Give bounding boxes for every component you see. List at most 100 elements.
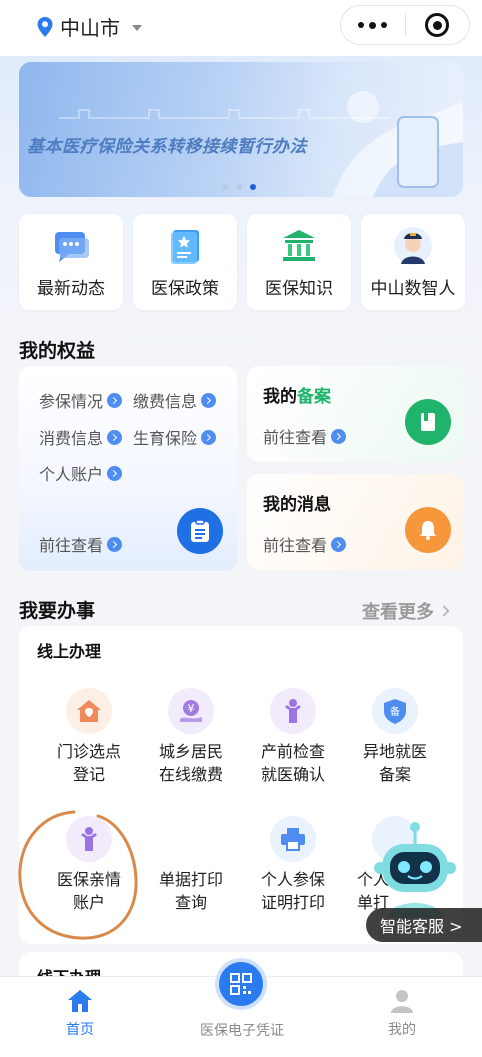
clinic-house-icon bbox=[66, 688, 112, 734]
medical-insurance-voucher-button[interactable] bbox=[215, 958, 267, 1010]
services-section-title: 我要办事 bbox=[19, 600, 96, 622]
quick-entry-knowledge[interactable]: 医保知识 bbox=[247, 214, 351, 310]
tab-label: 首页 bbox=[66, 1022, 94, 1038]
banner-hand-illustration bbox=[333, 91, 463, 197]
service-clinic-registration[interactable]: 门诊选点 登记 bbox=[37, 688, 141, 786]
messages-card[interactable]: 我的消息 前往查看 bbox=[247, 474, 463, 570]
arrow-right-icon bbox=[201, 429, 217, 445]
book-icon bbox=[405, 399, 451, 445]
svg-text:¥: ¥ bbox=[188, 702, 195, 715]
messages-title: 我的消息 bbox=[263, 495, 331, 515]
knowledge-building-icon bbox=[283, 230, 315, 261]
location-pin-icon bbox=[37, 16, 53, 37]
record-title-prefix: 我的 bbox=[263, 387, 297, 407]
smart-customer-service-button[interactable]: 智能客服 > bbox=[366, 908, 482, 942]
banner-title: 基本医疗保险关系转移接续暂行办法 bbox=[27, 137, 307, 157]
messages-go-link[interactable]: 前往查看 bbox=[263, 532, 347, 556]
quick-entry-label: 医保知识 bbox=[265, 279, 333, 299]
voucher-tab-label: 医保电子凭证 bbox=[200, 1023, 284, 1039]
record-go-link[interactable]: 前往查看 bbox=[263, 424, 347, 448]
go-label: 前往查看 bbox=[263, 428, 328, 447]
rights-item[interactable]: 个人账户 bbox=[39, 461, 123, 485]
arrow-right-icon bbox=[107, 392, 123, 408]
record-card[interactable]: 我的备案 前往查看 bbox=[247, 366, 463, 462]
mini-program-capsule bbox=[340, 5, 470, 45]
rights-item-label: 消费信息 bbox=[39, 429, 104, 448]
tab-mine[interactable]: 我的 bbox=[342, 987, 462, 1039]
go-label: 前往查看 bbox=[39, 536, 104, 555]
tab-label: 我的 bbox=[388, 1022, 416, 1038]
city-name: 中山市 bbox=[60, 16, 120, 40]
service-label: 城乡居民 在线缴费 bbox=[158, 742, 223, 784]
qr-code-icon bbox=[230, 973, 252, 995]
payment-yuan-icon: ¥ bbox=[168, 688, 214, 734]
customer-service-label: 智能客服 > bbox=[380, 917, 463, 936]
banner-dot-active bbox=[250, 184, 256, 190]
policy-book-icon bbox=[171, 230, 199, 264]
arrow-right-icon bbox=[107, 536, 123, 552]
service-resident-payment[interactable]: ¥ 城乡居民 在线缴费 bbox=[139, 688, 243, 786]
go-label: 前往查看 bbox=[263, 536, 328, 555]
svg-text:备: 备 bbox=[390, 705, 400, 718]
printer-icon bbox=[270, 816, 316, 862]
service-label: 门诊选点 登记 bbox=[56, 742, 121, 784]
service-remote-medical-record[interactable]: 备 异地就医 备案 bbox=[343, 688, 447, 786]
rights-section-title: 我的权益 bbox=[19, 340, 96, 362]
online-services-title: 线上办理 bbox=[37, 642, 102, 661]
banner-carousel[interactable]: 基本医疗保险关系转移接续暂行办法 bbox=[19, 62, 463, 197]
rights-item-label: 参保情况 bbox=[39, 392, 104, 411]
pregnancy-person-icon bbox=[270, 688, 316, 734]
arrow-right-icon bbox=[107, 465, 123, 481]
service-family-account[interactable]: 医保亲情 账户 bbox=[37, 816, 141, 914]
more-dots-icon[interactable] bbox=[341, 5, 405, 45]
services-more-link[interactable]: 查看更多 bbox=[362, 598, 450, 624]
top-header: 中山市 bbox=[0, 0, 482, 56]
service-label: 个人参保 证明打印 bbox=[260, 870, 325, 912]
city-selector[interactable]: 中山市 bbox=[36, 12, 142, 41]
banner-dot bbox=[236, 184, 242, 190]
service-prenatal-confirmation[interactable]: 产前检查 就医确认 bbox=[241, 688, 345, 786]
home-icon bbox=[68, 990, 92, 1012]
more-label: 查看更多 bbox=[362, 602, 434, 623]
user-icon bbox=[391, 990, 413, 1013]
rights-item[interactable]: 参保情况 bbox=[39, 388, 123, 412]
banner-pagination bbox=[222, 184, 256, 190]
digital-human-avatar-icon bbox=[394, 227, 432, 265]
service-label: 医保亲情 账户 bbox=[56, 870, 121, 912]
bell-icon bbox=[405, 507, 451, 553]
quick-entry-label: 医保政策 bbox=[151, 279, 219, 299]
banner-dot bbox=[222, 184, 228, 190]
rights-card[interactable]: 参保情况 缴费信息 消费信息 生育保险 个人账户 前往查看 bbox=[19, 366, 237, 571]
quick-entry-policy[interactable]: 医保政策 bbox=[133, 214, 237, 310]
chevron-right-icon bbox=[438, 605, 450, 617]
quick-entry-label: 中山数智人 bbox=[370, 279, 456, 299]
rights-item-label: 生育保险 bbox=[133, 429, 198, 448]
tab-home[interactable]: 首页 bbox=[20, 987, 140, 1039]
document-icon bbox=[168, 816, 214, 862]
service-label: 单据打印 查询 bbox=[158, 870, 223, 912]
close-target-button[interactable] bbox=[406, 5, 470, 45]
robot-assistant-icon[interactable] bbox=[368, 818, 462, 920]
arrow-right-icon bbox=[331, 536, 347, 552]
record-shield-icon: 备 bbox=[372, 688, 418, 734]
rights-item[interactable]: 生育保险 bbox=[133, 425, 217, 449]
service-insurance-certificate-print[interactable]: 个人参保 证明打印 bbox=[241, 816, 345, 914]
service-label: 产前检查 就医确认 bbox=[260, 742, 325, 784]
rights-item[interactable]: 消费信息 bbox=[39, 425, 123, 449]
service-receipt-print[interactable]: 单据打印 查询 bbox=[139, 816, 243, 914]
record-title: 我的备案 bbox=[263, 382, 331, 407]
service-label: 异地就医 备案 bbox=[362, 742, 427, 784]
rights-item-label: 缴费信息 bbox=[133, 392, 198, 411]
clipboard-icon bbox=[177, 508, 223, 554]
rights-item-label: 个人账户 bbox=[39, 465, 104, 484]
quick-entry-news[interactable]: 最新动态 bbox=[19, 214, 123, 310]
quick-entry-digital-human[interactable]: 中山数智人 bbox=[361, 214, 465, 310]
arrow-right-icon bbox=[107, 429, 123, 445]
record-title-highlight: 备案 bbox=[297, 387, 331, 407]
rights-item[interactable]: 缴费信息 bbox=[133, 388, 217, 412]
family-person-icon bbox=[66, 816, 112, 862]
news-chat-icon bbox=[55, 232, 89, 262]
quick-entry-label: 最新动态 bbox=[37, 279, 105, 299]
page: 中山市 基本医疗保险关系转移接续暂行办法 最新动态 医保政策 医保知识 中山数智… bbox=[0, 0, 482, 1057]
rights-go-link[interactable]: 前往查看 bbox=[39, 532, 123, 556]
